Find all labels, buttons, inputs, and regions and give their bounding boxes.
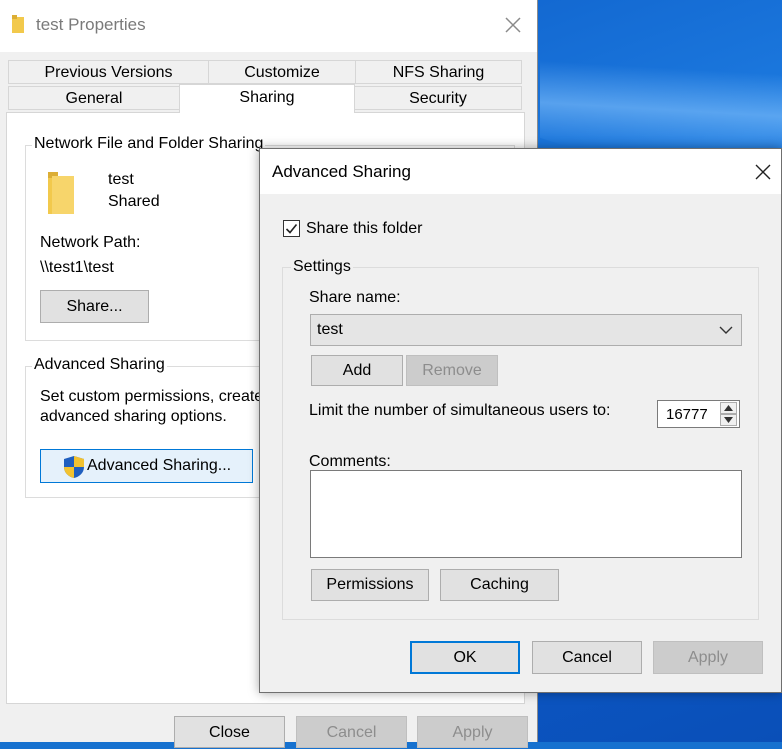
comments-textarea[interactable]	[310, 470, 742, 558]
folder-icon	[12, 15, 24, 33]
advanced-sharing-group-label: Advanced Sharing	[32, 356, 167, 374]
advanced-apply-button[interactable]: Apply	[653, 641, 763, 674]
close-button[interactable]: Close	[174, 716, 285, 748]
advanced-sharing-dialog: Advanced Sharing Share this folder Setti…	[259, 148, 782, 693]
tab-security[interactable]: Security	[354, 86, 522, 110]
advanced-sharing-desc-line2: advanced sharing options.	[40, 408, 227, 425]
ok-button[interactable]: OK	[410, 641, 520, 674]
properties-cancel-button[interactable]: Cancel	[296, 716, 407, 748]
caching-button[interactable]: Caching	[440, 569, 559, 601]
network-path-value: \\test1\test	[40, 259, 114, 276]
share-name-select[interactable]: test	[310, 314, 742, 346]
advanced-sharing-button-label: Advanced Sharing...	[87, 457, 232, 474]
properties-title: test Properties	[36, 15, 146, 34]
share-this-folder-checkbox[interactable]	[283, 220, 300, 237]
limit-users-input[interactable]: 16777	[657, 400, 740, 428]
chevron-down-icon	[719, 326, 733, 334]
tab-customize[interactable]: Customize	[208, 60, 356, 84]
properties-apply-button[interactable]: Apply	[417, 716, 528, 748]
spin-down-button[interactable]	[720, 414, 737, 426]
uac-shield-icon	[64, 456, 84, 478]
close-icon[interactable]	[753, 162, 773, 182]
advanced-sharing-desc-line1: Set custom permissions, create	[40, 388, 264, 405]
network-sharing-group-label: Network File and Folder Sharing	[32, 135, 266, 153]
share-button[interactable]: Share...	[40, 290, 149, 323]
shared-folder-icon	[48, 172, 74, 214]
spin-up-button[interactable]	[720, 402, 737, 414]
share-name-label: Share name:	[309, 289, 401, 306]
share-this-folder-label: Share this folder	[306, 220, 423, 237]
share-status: Shared	[108, 193, 160, 210]
arrow-up-icon	[724, 405, 733, 411]
close-icon[interactable]	[502, 14, 524, 36]
tab-general[interactable]: General	[8, 86, 180, 110]
tab-nfs-sharing[interactable]: NFS Sharing	[355, 60, 522, 84]
add-button[interactable]: Add	[311, 355, 403, 386]
settings-group-label: Settings	[291, 258, 353, 276]
tab-previous-versions[interactable]: Previous Versions	[8, 60, 209, 84]
advanced-sharing-title: Advanced Sharing	[272, 162, 411, 181]
checkmark-icon	[285, 223, 298, 234]
folder-name: test	[108, 171, 134, 188]
arrow-down-icon	[724, 417, 733, 423]
advanced-cancel-button[interactable]: Cancel	[532, 641, 642, 674]
remove-button[interactable]: Remove	[406, 355, 498, 386]
permissions-button[interactable]: Permissions	[311, 569, 429, 601]
comments-label: Comments:	[309, 453, 391, 470]
share-name-value: test	[317, 321, 343, 338]
limit-users-label: Limit the number of simultaneous users t…	[309, 402, 611, 419]
properties-titlebar[interactable]: test Properties	[0, 0, 537, 52]
network-path-label: Network Path:	[40, 234, 141, 251]
tab-sharing[interactable]: Sharing	[179, 84, 355, 113]
advanced-sharing-button[interactable]: Advanced Sharing...	[40, 449, 253, 483]
advanced-sharing-titlebar[interactable]: Advanced Sharing	[260, 149, 781, 194]
limit-users-value: 16777	[666, 406, 708, 423]
